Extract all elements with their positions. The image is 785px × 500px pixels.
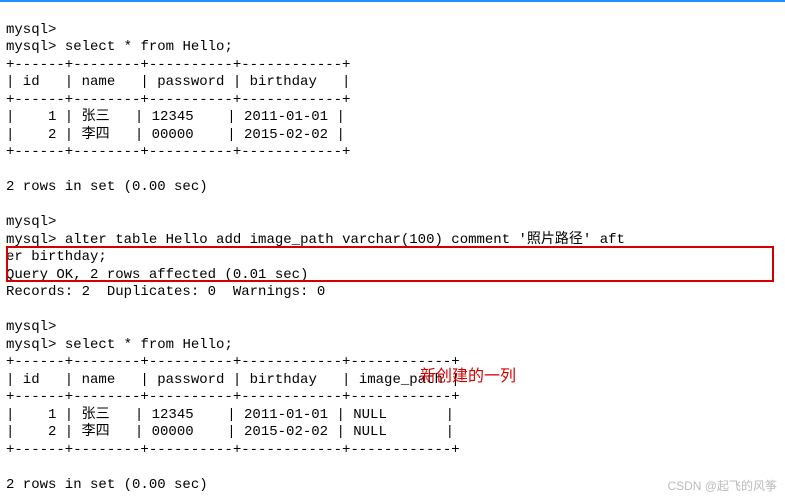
annotation-label: 新创建的一列 [420,362,516,386]
sql-query: select * from Hello; [65,337,233,353]
result-text: Records: 2 Duplicates: 0 Warnings: 0 [6,284,325,300]
prompt: mysql> [6,39,56,55]
result-text: 2 rows in set (0.00 sec) [6,477,208,493]
table-border: +------+--------+----------+------------… [6,144,350,160]
prompt: mysql> [6,22,56,38]
terminal-output: mysql> mysql> select * from Hello; +----… [0,2,785,496]
sql-alter-line2: er birthday; [6,249,107,265]
result-text: Query OK, 2 rows affected (0.01 sec) [6,267,308,283]
prompt: mysql> [6,319,56,335]
table-row: | 2 | 李四 | 00000 | 2015-02-02 | NULL | [6,424,454,440]
prompt: mysql> [6,214,56,230]
table-border: +------+--------+----------+------------… [6,92,350,108]
watermark: CSDN @起飞的风筝 [667,477,777,494]
prompt: mysql> [6,337,56,353]
sql-query: select * from Hello; [65,39,233,55]
sql-alter-line1: alter table Hello add image_path varchar… [65,232,625,248]
table-row: | 2 | 李四 | 00000 | 2015-02-02 | [6,127,345,143]
table-border: +------+--------+----------+------------… [6,442,460,458]
table-header: | id | name | password | birthday | [6,74,350,90]
table-border: +------+--------+----------+------------… [6,57,350,73]
table-border: +------+--------+----------+------------… [6,354,460,370]
table-row: | 1 | 张三 | 12345 | 2011-01-01 | [6,109,345,125]
table-header: | id | name | password | birthday | imag… [6,372,460,388]
table-border: +------+--------+----------+------------… [6,389,460,405]
prompt: mysql> [6,232,56,248]
table-row: | 1 | 张三 | 12345 | 2011-01-01 | NULL | [6,407,454,423]
result-text: 2 rows in set (0.00 sec) [6,179,208,195]
